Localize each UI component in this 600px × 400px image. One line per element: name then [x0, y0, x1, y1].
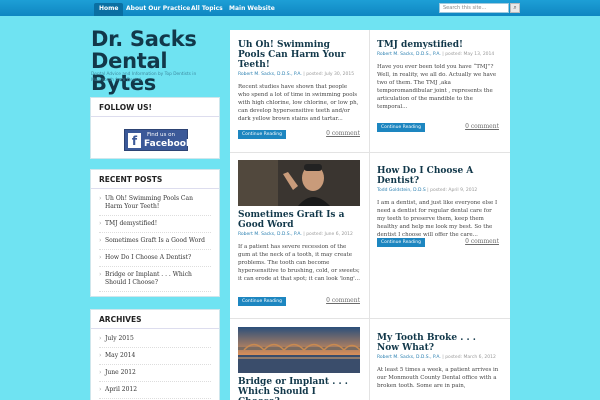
post-meta: Todd Goldstein, D.D.S | posted: April 9,…: [377, 188, 478, 193]
recent-post-link[interactable]: TMJ demystified!: [99, 216, 211, 233]
post-card: How Do I Choose A Dentist? Todd Goldstei…: [377, 166, 499, 266]
column-divider: [369, 30, 370, 400]
post-excerpt: Recent studies have shown that people wh…: [238, 84, 359, 122]
archive-link[interactable]: May 2014: [99, 348, 211, 365]
post-author[interactable]: Robert M. Sacks, D.D.S., P.A.: [238, 72, 302, 77]
post-divider: [230, 152, 510, 153]
comments-link[interactable]: 0 comment: [326, 297, 360, 304]
post-card: My Tooth Broke . . . Now What? Robert M.…: [377, 333, 499, 400]
search-icon[interactable]: ⌕: [510, 3, 520, 13]
archives-widget: ARCHIVES July 2015 May 2014 June 2012 Ap…: [90, 309, 220, 400]
post-meta: Robert M. Sacks, D.D.S., P.A. | posted: …: [377, 355, 496, 360]
archives-title: ARCHIVES: [91, 310, 219, 329]
post-title[interactable]: Sometimes Graft Is a Good Word: [238, 210, 360, 230]
search-input[interactable]: Search this site...: [439, 3, 509, 13]
post-title[interactable]: How Do I Choose A Dentist?: [377, 166, 499, 186]
nav-main-website[interactable]: Main Website: [224, 3, 280, 16]
site-title[interactable]: Dr. Sacks Dental Bytes: [91, 28, 231, 94]
post-divider: [230, 318, 510, 319]
recent-post-link[interactable]: Uh Oh! Swimming Pools Can Harm Your Teet…: [99, 191, 211, 216]
post-card: Bridge or Implant . . . Which Should I C…: [238, 377, 360, 400]
post-title[interactable]: TMJ demystified!: [377, 40, 499, 50]
post-excerpt: At least 5 times a week, a patient arriv…: [377, 367, 499, 389]
post-date: posted: May 13, 2014: [445, 52, 495, 57]
post-card: TMJ demystified! Robert M. Sacks, D.D.S.…: [377, 40, 499, 140]
post-excerpt: Have you ever been told you have “TMJ”? …: [377, 64, 497, 110]
site-tagline: Dental Advice and Information by Top Den…: [91, 72, 197, 83]
post-card: Sometimes Graft Is a Good Word Robert M.…: [238, 210, 360, 310]
comments-link[interactable]: 0 comment: [326, 130, 360, 137]
top-nav: Home About Our Practice All Topics Main …: [0, 0, 600, 16]
post-title[interactable]: Bridge or Implant . . . Which Should I C…: [238, 377, 360, 400]
post-author[interactable]: Robert M. Sacks, D.D.S., P.A.: [238, 232, 302, 237]
recent-post-link[interactable]: Bridge or Implant . . . Which Should I C…: [99, 267, 211, 292]
recent-posts-title: RECENT POSTS: [91, 170, 219, 189]
post-excerpt: I am a dentist, and just like everyone e…: [377, 200, 498, 238]
post-date: posted: March 6, 2012: [445, 355, 496, 360]
continue-reading-button[interactable]: Continue Reading: [238, 130, 286, 139]
post-date: posted: July 30, 2015: [306, 72, 355, 77]
post-title[interactable]: Uh Oh! Swimming Pools Can Harm Your Teet…: [238, 40, 360, 70]
archive-link[interactable]: July 2015: [99, 331, 211, 348]
nav-home[interactable]: Home: [94, 3, 124, 16]
post-thumbnail[interactable]: [238, 327, 360, 373]
recent-post-link[interactable]: Sometimes Graft Is a Good Word: [99, 233, 211, 250]
post-author[interactable]: Robert M. Sacks, D.D.S., P.A.: [377, 52, 441, 57]
continue-reading-button[interactable]: Continue Reading: [377, 238, 425, 247]
post-author[interactable]: Todd Goldstein, D.D.S: [377, 188, 426, 193]
post-meta: Robert M. Sacks, D.D.S., P.A. | posted: …: [238, 72, 355, 77]
post-card: Uh Oh! Swimming Pools Can Harm Your Teet…: [238, 40, 360, 140]
follow-title: FOLLOW US!: [91, 98, 219, 117]
post-thumbnail[interactable]: [238, 160, 360, 206]
nav-about[interactable]: About Our Practice: [121, 3, 195, 16]
post-excerpt: If a patient has severe recession of the…: [238, 244, 361, 282]
post-date: posted: June 6, 2012: [306, 232, 353, 237]
archive-link[interactable]: June 2012: [99, 365, 211, 382]
post-meta: Robert M. Sacks, D.D.S., P.A. | posted: …: [377, 52, 495, 57]
fb-big-text: Facebook: [144, 139, 192, 149]
nav-all-topics[interactable]: All Topics: [186, 3, 228, 16]
post-date: posted: April 9, 2012: [430, 188, 478, 193]
post-title[interactable]: My Tooth Broke . . . Now What?: [377, 333, 499, 353]
man-photo: [238, 160, 360, 206]
post-author[interactable]: Robert M. Sacks, D.D.S., P.A.: [377, 355, 441, 360]
continue-reading-button[interactable]: Continue Reading: [238, 297, 286, 306]
comments-link[interactable]: 0 comment: [465, 123, 499, 130]
comments-link[interactable]: 0 comment: [465, 238, 499, 245]
bridge-photo: [238, 327, 360, 373]
archive-link[interactable]: April 2012: [99, 382, 211, 399]
recent-posts-widget: RECENT POSTS Uh Oh! Swimming Pools Can H…: [90, 169, 220, 297]
follow-widget: FOLLOW US! f Find us on Facebook: [90, 97, 220, 159]
facebook-badge[interactable]: f Find us on Facebook: [124, 129, 192, 151]
fb-small-text: Find us on: [147, 132, 175, 138]
post-meta: Robert M. Sacks, D.D.S., P.A. | posted: …: [238, 232, 353, 237]
continue-reading-button[interactable]: Continue Reading: [377, 123, 425, 132]
facebook-icon: f: [128, 133, 141, 148]
recent-post-link[interactable]: How Do I Choose A Dentist?: [99, 250, 211, 267]
